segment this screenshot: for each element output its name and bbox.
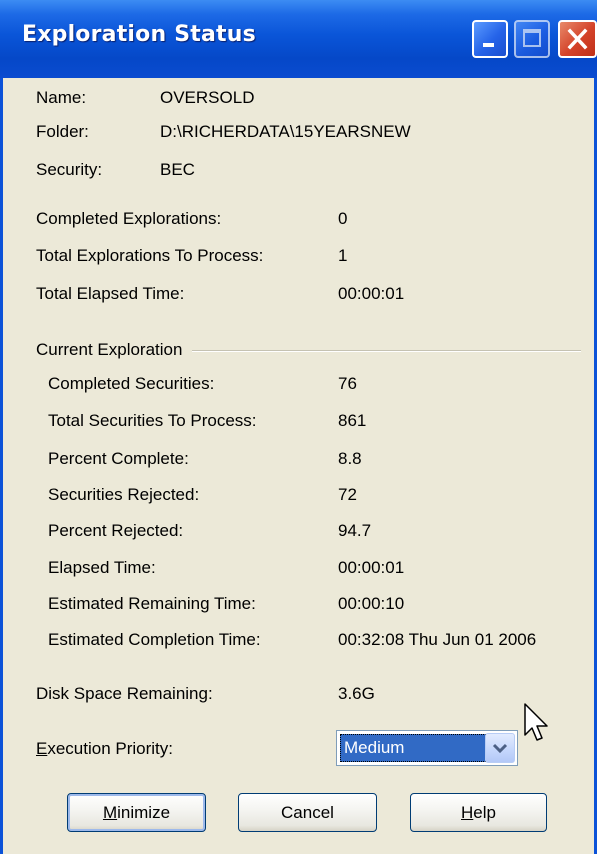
estimated-completion-value: 00:32:08 Thu Jun 01 2006 <box>338 630 537 649</box>
window-border-left <box>0 78 3 854</box>
estimated-completion-label: Estimated Completion Time: <box>48 630 261 649</box>
help-accesskey: H <box>461 803 474 822</box>
security-value: BEC <box>160 160 195 179</box>
folder-label: Folder: <box>36 122 89 141</box>
estimated-remaining-value: 00:00:10 <box>338 594 405 613</box>
cancel-button[interactable]: Cancel <box>238 793 377 832</box>
execution-priority-select[interactable]: Medium <box>336 730 518 766</box>
completed-securities-label: Completed Securities: <box>48 374 215 393</box>
maximize-window-button <box>514 20 550 58</box>
estimated-remaining-label: Estimated Remaining Time: <box>48 594 256 613</box>
percent-rejected-value: 94.7 <box>338 521 372 540</box>
completed-explorations-label: Completed Explorations: <box>36 209 222 228</box>
minimize-button[interactable]: Minimize <box>67 793 206 832</box>
minimize-button-label: inimize <box>117 803 171 822</box>
total-elapsed-value: 00:00:01 <box>338 284 405 303</box>
priority-selected-value: Medium <box>340 734 488 762</box>
total-elapsed-label: Total Elapsed Time: <box>36 284 185 303</box>
help-button-label: elp <box>473 803 496 822</box>
completed-explorations-value: 0 <box>338 209 348 228</box>
minimize-icon <box>483 43 494 47</box>
folder-value: D:\RICHERDATA\15YEARSNEW <box>160 122 411 141</box>
priority-label-accesskey: E <box>36 739 48 758</box>
percent-rejected-label: Percent Rejected: <box>48 521 184 540</box>
total-securities-value: 861 <box>338 411 367 430</box>
disk-space-value: 3.6G <box>338 684 375 703</box>
execution-priority-label: Execution Priority: <box>36 739 173 759</box>
close-icon <box>567 28 588 50</box>
mouse-pointer-icon <box>524 703 548 741</box>
elapsed-time-label: Elapsed Time: <box>48 558 156 577</box>
total-securities-label: Total Securities To Process: <box>48 411 257 430</box>
disk-space-label: Disk Space Remaining: <box>36 684 213 703</box>
percent-complete-value: 8.8 <box>338 449 362 468</box>
window-title: Exploration Status <box>22 22 256 47</box>
chevron-down-icon <box>492 743 508 754</box>
minimize-window-button[interactable] <box>472 20 508 58</box>
total-explorations-value: 1 <box>338 246 348 265</box>
close-window-button[interactable] <box>558 20 597 58</box>
priority-label-text: xecution Priority: <box>47 739 174 758</box>
percent-complete-label: Percent Complete: <box>48 449 189 468</box>
name-label: Name: <box>36 88 87 107</box>
name-value: OVERSOLD <box>160 88 255 107</box>
title-bar: Exploration Status <box>0 0 597 78</box>
priority-dropdown-button[interactable] <box>485 733 515 763</box>
help-button[interactable]: Help <box>410 793 547 832</box>
minimize-accesskey: M <box>102 803 118 822</box>
cancel-button-label: Cancel <box>281 803 334 822</box>
elapsed-time-value: 00:00:01 <box>338 558 405 577</box>
current-exploration-group-title: Current Exploration <box>36 340 193 360</box>
completed-securities-value: 76 <box>338 374 357 393</box>
securities-rejected-label: Securities Rejected: <box>48 485 200 504</box>
securities-rejected-value: 72 <box>338 485 357 504</box>
total-explorations-label: Total Explorations To Process: <box>36 246 264 265</box>
security-label: Security: <box>36 160 103 179</box>
maximize-icon <box>523 29 541 47</box>
